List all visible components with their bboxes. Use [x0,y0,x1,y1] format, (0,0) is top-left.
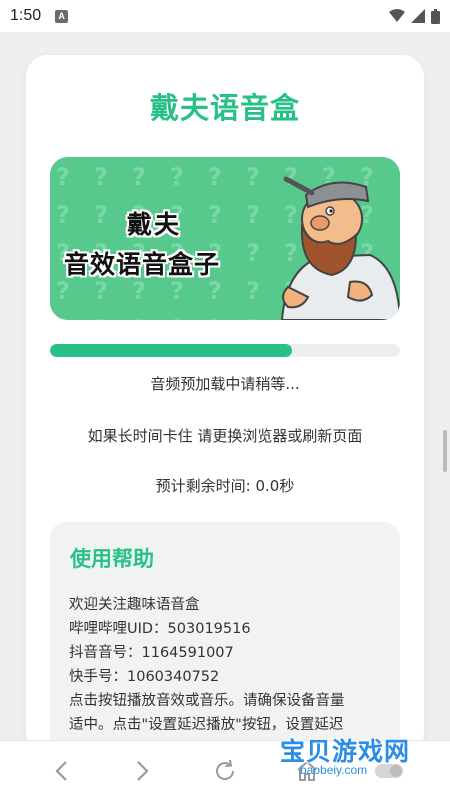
help-line: 快手号：1060340752 [69,669,220,685]
wifi-icon [389,9,405,22]
back-icon [55,760,67,781]
help-line: 适中。点击"设置延迟播放"按钮，设置延迟 [69,717,344,733]
help-line: 抖音音号：1164591007 [69,645,234,661]
site-watermark: 宝贝游戏网 baobeiy.com [272,732,420,784]
banner-title-line2: 音效语音盒子 [64,250,221,279]
watermark-url: baobeiy.com [300,763,368,777]
battery-icon [431,8,440,24]
help-line: 欢迎关注趣味语音盒 [69,597,200,613]
loading-hint-text: 如果长时间卡住 请更换浏览器或刷新页面 [87,427,363,445]
help-title: 使用帮助 [70,547,154,571]
forward-button[interactable] [125,753,161,789]
loading-progress-fill [50,344,292,357]
back-button[interactable] [43,753,79,789]
banner-image: ? 戴夫 音效语音盒子 [50,157,400,320]
loading-status-text: 音频预加载中请稍等... [150,375,300,393]
help-line: 点击按钮播放音效或音乐。请确保设备音量 [69,693,345,709]
remaining-time-text: 预计剩余时间: 0.0秒 [155,477,295,495]
banner-title-line1: 戴夫 [127,210,182,239]
banner-artwork: ? [50,157,400,320]
forward-icon [137,760,149,781]
status-icons [389,8,440,24]
page-title: 戴夫语音盒 [149,91,300,125]
signal-icon [411,9,425,23]
loading-progress-bar [50,344,400,357]
notification-icon: A [55,9,69,23]
page-scrollbar[interactable] [443,430,447,472]
status-time: 1:50 [10,7,42,24]
help-line: 哔哩哔哩UID：503019516 [69,621,251,637]
refresh-button[interactable] [207,753,243,789]
status-bar: 1:50 A [0,0,450,32]
refresh-icon [216,759,235,780]
